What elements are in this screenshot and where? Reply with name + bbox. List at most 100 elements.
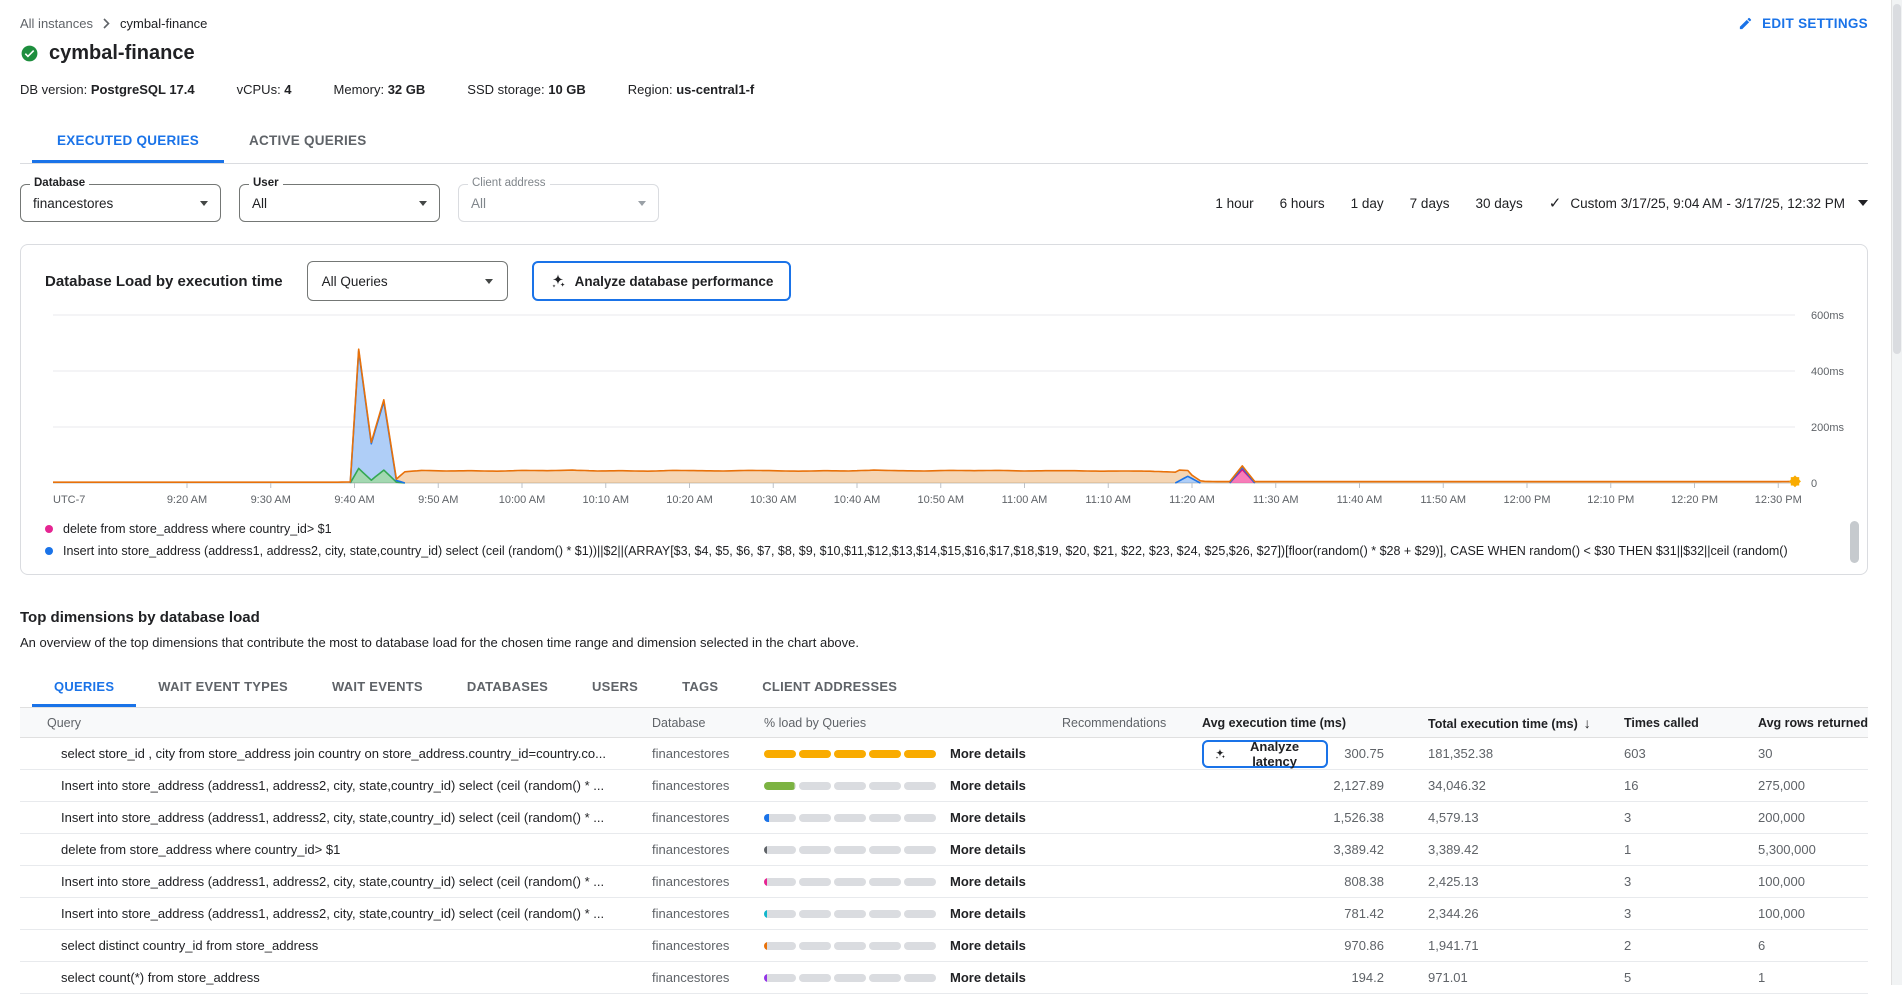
time-preset-30-days[interactable]: 30 days (1475, 196, 1522, 211)
query-cell[interactable]: Insert into store_address (address1, add… (20, 906, 652, 921)
more-details-link[interactable]: More details (950, 842, 1062, 857)
time-preset-1-hour[interactable]: 1 hour (1215, 196, 1253, 211)
dim-tab-users[interactable]: USERS (570, 666, 660, 707)
chevron-down-icon (638, 201, 646, 206)
query-filter-select[interactable]: All Queries (307, 261, 508, 301)
table-row: select distinct country_id from store_ad… (20, 930, 1868, 962)
load-bar-segment (799, 846, 831, 854)
custom-time-range[interactable]: ✓Custom 3/17/25, 9:04 AM - 3/17/25, 12:3… (1549, 194, 1868, 212)
legend-scrollbar-thumb[interactable] (1850, 521, 1859, 563)
edit-settings-button[interactable]: EDIT SETTINGS (1738, 16, 1868, 31)
filter-row: Databasefinancestores UserAll Client addre… (20, 184, 1868, 222)
col-header-database[interactable]: Database (652, 716, 764, 730)
chart-title: Database Load by execution time (45, 273, 283, 290)
dim-tab-client-addresses[interactable]: CLIENT ADDRESSES (740, 666, 919, 707)
load-bar-segment (869, 750, 901, 758)
load-bar-cell (764, 782, 950, 790)
more-details-link[interactable]: More details (950, 778, 1062, 793)
page-scrollbar[interactable] (1891, 0, 1902, 985)
col-header-recommendations[interactable]: Recommendations (1062, 716, 1202, 730)
load-chart[interactable]: 0200ms400ms600ms9:20 AM9:30 AM9:40 AM9:5… (45, 307, 1856, 509)
avg-execution-cell: Analyze latency300.75 (1202, 740, 1386, 768)
analyze-latency-button[interactable]: Analyze latency (1202, 740, 1328, 768)
col-header-load-by-queries[interactable]: % load by Queries (764, 716, 950, 730)
database-cell: financestores (652, 778, 764, 793)
meta-region: Region: us-central1-f (628, 82, 754, 97)
breadcrumb-all-instances[interactable]: All instances (20, 16, 93, 31)
load-bar-segment (799, 814, 831, 822)
load-bar-segment (834, 910, 866, 918)
page-scrollbar-thumb[interactable] (1893, 4, 1901, 354)
time-range-selector: 1 hour 6 hours 1 day 7 days 30 days ✓Custom 3… (1215, 194, 1868, 212)
legend-label: delete from store_address where country_… (63, 522, 332, 536)
time-preset-1-day[interactable]: 1 day (1351, 196, 1384, 211)
col-header-avg-execution-time-ms[interactable]: Avg execution time (ms) (1202, 716, 1386, 730)
analyze-latency-label: Analyze latency (1233, 739, 1316, 769)
filter-client-address: Client addressAll (458, 184, 659, 222)
svg-text:11:20 AM: 11:20 AM (1169, 494, 1215, 506)
col-header-query[interactable]: Query (20, 716, 652, 730)
query-cell[interactable]: select count(*) from store_address (20, 970, 652, 985)
chart-end-marker (1789, 475, 1801, 487)
dim-tab-databases[interactable]: DATABASES (445, 666, 570, 707)
analyze-database-performance-button[interactable]: Analyze database performance (532, 261, 792, 301)
filter-value: financestores (33, 196, 113, 211)
meta-value: 4 (284, 82, 291, 97)
query-cell[interactable]: Insert into store_address (address1, add… (20, 778, 652, 793)
dim-tab-wait-event-types[interactable]: WAIT EVENT TYPES (136, 666, 310, 707)
meta-label: Region: (628, 82, 676, 97)
dim-tab-wait-events[interactable]: WAIT EVENTS (310, 666, 445, 707)
load-bar (764, 910, 936, 918)
more-details-link[interactable]: More details (950, 938, 1062, 953)
avg-execution-cell: 1,526.38 (1202, 810, 1386, 825)
query-cell[interactable]: select store_id , city from store_addres… (20, 746, 652, 761)
query-cell[interactable]: delete from store_address where country_… (20, 842, 652, 857)
time-preset-6-hours[interactable]: 6 hours (1280, 196, 1325, 211)
more-details-link[interactable]: More details (950, 746, 1062, 761)
custom-range-label: Custom 3/17/25, 9:04 AM - 3/17/25, 12:32… (1570, 196, 1845, 211)
more-details-link[interactable]: More details (950, 906, 1062, 921)
load-bar-segment (764, 974, 796, 982)
load-bar-segment (764, 846, 796, 854)
avg-rows-cell: 5,300,000 (1758, 842, 1868, 857)
dim-tab-tags[interactable]: TAGS (660, 666, 740, 707)
tab-executed-queries[interactable]: EXECUTED QUERIES (32, 118, 224, 163)
more-details-link[interactable]: More details (950, 970, 1062, 985)
chevron-down-icon (485, 279, 493, 284)
filter-value: All (252, 196, 267, 211)
svg-text:10:00 AM: 10:00 AM (499, 494, 545, 506)
healthy-status-icon (20, 44, 39, 63)
load-bar (764, 974, 936, 982)
legend-label: Insert into store_address (address1, add… (63, 544, 1790, 558)
svg-text:10:50 AM: 10:50 AM (918, 494, 964, 506)
col-header-times-called[interactable]: Times called (1624, 716, 1758, 730)
svg-text:10:10 AM: 10:10 AM (583, 494, 629, 506)
load-bar-segment (764, 750, 796, 758)
time-preset-7-days[interactable]: 7 days (1410, 196, 1450, 211)
dim-tab-queries[interactable]: QUERIES (32, 666, 136, 707)
filter-user[interactable]: UserAll (239, 184, 440, 222)
query-cell[interactable]: Insert into store_address (address1, add… (20, 874, 652, 889)
svg-text:11:00 AM: 11:00 AM (1002, 494, 1048, 506)
query-cell[interactable]: select distinct country_id from store_ad… (20, 938, 652, 953)
gemini-spark-icon (1214, 747, 1226, 761)
avg-execution-value: 781.42 (1344, 906, 1384, 921)
meta-value: PostgreSQL 17.4 (91, 82, 195, 97)
load-bar-segment (904, 814, 936, 822)
load-bar-segment (799, 974, 831, 982)
query-cell[interactable]: Insert into store_address (address1, add… (20, 810, 652, 825)
load-bar-segment (764, 942, 796, 950)
col-header-total-execution-time-ms[interactable]: Total execution time (ms)↓ (1386, 715, 1624, 731)
legend-dot (45, 525, 53, 533)
more-details-link[interactable]: More details (950, 874, 1062, 889)
avg-execution-value: 1,526.38 (1333, 810, 1384, 825)
more-details-link[interactable]: More details (950, 810, 1062, 825)
query-filter-value: All Queries (322, 274, 388, 289)
col-header-avg-rows-returned[interactable]: Avg rows returned (1758, 716, 1868, 730)
tab-active-queries[interactable]: ACTIVE QUERIES (224, 118, 392, 163)
load-bar-cell (764, 942, 950, 950)
legend-item: Insert into store_address (address1, add… (45, 540, 1790, 562)
database-cell: financestores (652, 746, 764, 761)
filter-database[interactable]: Databasefinancestores (20, 184, 221, 222)
pencil-icon (1738, 16, 1753, 31)
